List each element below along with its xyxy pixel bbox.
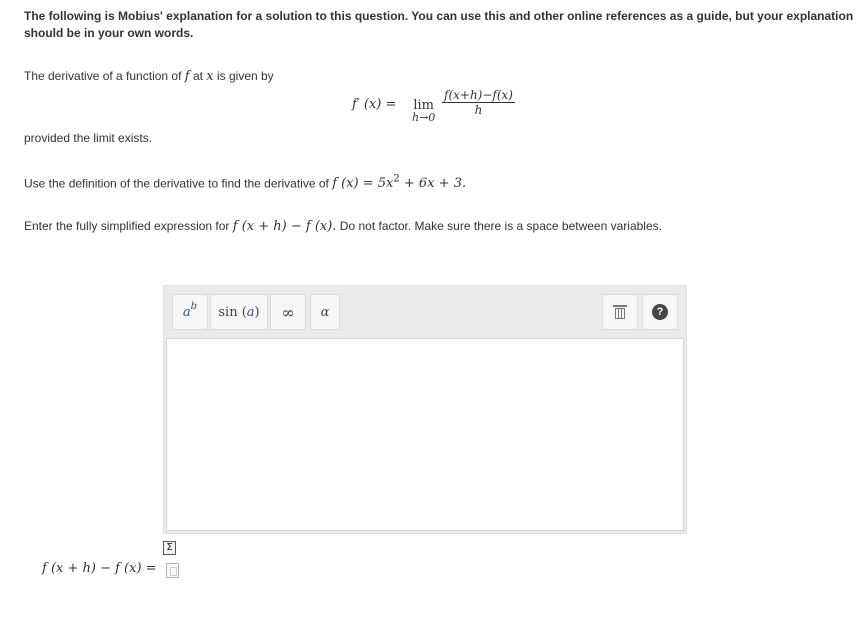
definition-mid: at [192,69,203,83]
power-button[interactable]: ab [172,294,208,330]
limit-subscript: h→0 [412,111,436,124]
instruction-suffix: Do not factor. Make sure there is a spac… [339,219,662,233]
formula-lhs: f′ (x) = [352,97,397,112]
help-icon: ? [652,304,668,320]
use-definition-text: Use the definition of the derivative to … [24,176,329,191]
intro-text: The following is Mobius' explanation for… [24,9,854,40]
sigma-icon[interactable]: Σ [163,541,176,555]
trash-icon [613,305,627,319]
infinity-icon: ∞ [281,302,295,322]
var-f: f [184,69,190,84]
fraction-denominator: h [474,103,483,117]
definition-suffix: is given by [216,69,274,83]
power-base: a [182,304,191,320]
var-x: x [206,69,214,84]
provided-text: provided the limit exists. [24,131,153,145]
trash-lid [613,305,627,307]
target-function: f (x) = 5x2 + 6x + 3. [332,174,467,192]
greek-letters-button[interactable]: α [310,294,340,330]
formula-limit: lim h→0 [412,98,435,124]
instruction-math: f (x + h) − f (x). [232,219,337,234]
answer-preview-box[interactable] [166,563,179,578]
target-function-exponent: 2 [393,174,400,185]
formula-fraction: f(x+h)−f(x) h [442,88,515,117]
editor-toolbar: ab sin (a) ∞ α ? [164,286,686,338]
use-definition-line: Use the definition of the derivative to … [24,174,466,191]
definition-prefix: The derivative of a function of [24,69,182,83]
math-input-area[interactable] [166,338,684,531]
power-exponent: b [190,300,198,312]
infinity-button[interactable]: ∞ [270,294,306,330]
help-button[interactable]: ? [642,294,678,330]
trash-can [615,308,625,319]
alpha-icon: α [320,304,330,320]
function-name: sin [218,304,238,320]
answer-label: f (x + h) − f (x) = [42,561,157,576]
question-page: The following is Mobius' explanation for… [0,0,868,621]
function-arg: a [246,304,255,320]
definition-line: The derivative of a function of f at x i… [24,69,274,84]
function-button[interactable]: sin (a) [210,294,268,330]
target-function-lhs: f (x) = 5x [332,176,394,192]
instruction-prefix: Enter the fully simplified expression fo… [24,219,230,233]
instruction-line: Enter the fully simplified expression fo… [24,219,662,234]
target-function-rest: + 6x + 3. [403,176,467,192]
fraction-numerator: f(x+h)−f(x) [442,88,515,103]
clear-button[interactable] [602,294,638,330]
function-close-paren: ) [254,304,260,320]
math-editor: ab sin (a) ∞ α ? [163,285,687,534]
